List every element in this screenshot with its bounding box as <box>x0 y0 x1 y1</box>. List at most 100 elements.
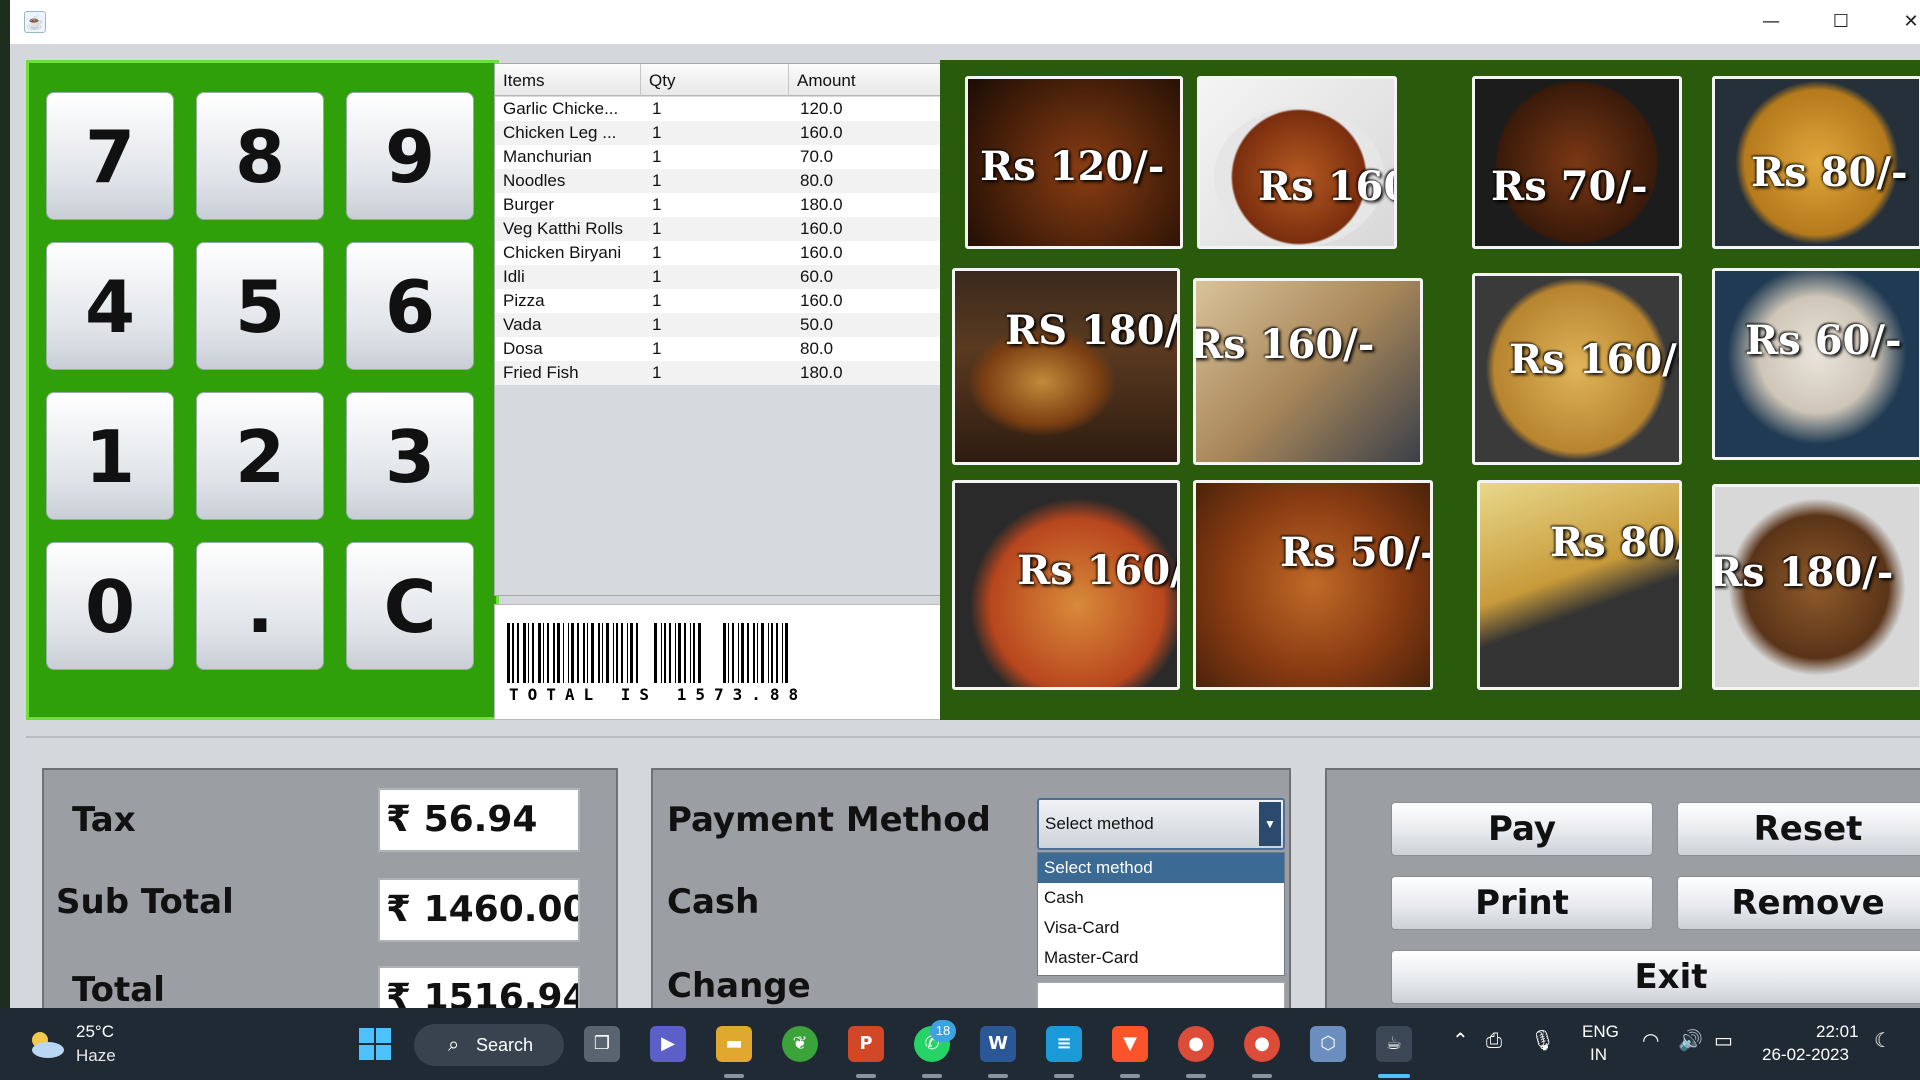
amount-cell: 80.0 <box>800 171 834 190</box>
barcode-bar <box>553 623 555 683</box>
key-6[interactable]: 6 <box>346 242 474 370</box>
chevron-up-icon[interactable]: ⌃ <box>1452 1028 1469 1052</box>
chevron-down-icon[interactable]: ▼ <box>1259 802 1281 846</box>
table-row[interactable]: Manchurian 1 70.0 <box>495 145 946 169</box>
barcode-bar <box>747 623 749 683</box>
microphone-icon[interactable]: 🎙 <box>1530 1028 1555 1052</box>
clock-date[interactable]: 26-02-2023 <box>1762 1045 1849 1065</box>
volume-icon[interactable]: 🔊 <box>1678 1028 1703 1052</box>
table-row[interactable]: Burger 1 180.0 <box>495 193 946 217</box>
region-indicator[interactable]: IN <box>1590 1045 1607 1065</box>
close-button[interactable]: ✕ <box>1876 0 1920 44</box>
qty-cell: 1 <box>652 147 662 166</box>
food-tile-fried-fish[interactable]: Rs 180/- <box>1712 484 1920 690</box>
taskbar-search[interactable]: ⌕ Search <box>414 1024 564 1066</box>
chrome-profile-icon[interactable]: ● <box>1244 1026 1280 1062</box>
barcode-bar <box>532 623 534 683</box>
running-indicator <box>988 1074 1008 1078</box>
item-cell: Garlic Chicke... <box>503 99 619 118</box>
order-table[interactable]: Items Qty Amount Garlic Chicke... 1 120.0 C… <box>494 63 947 596</box>
wifi-icon[interactable]: ◠ <box>1642 1028 1659 1052</box>
total-field[interactable]: ₹ 1516.94 <box>378 966 580 1008</box>
column-qty[interactable]: Qty <box>641 64 789 95</box>
key-clear[interactable]: C <box>346 542 474 670</box>
taskbar: 25°C Haze ⌕ Search ❐ ▶ ▬ ❦ P ✆ 18 W ≡ ▼ … <box>0 1008 1920 1080</box>
change-field[interactable] <box>1037 982 1285 1008</box>
barcode-bar <box>684 623 686 683</box>
payment-method-select[interactable]: Select method ▼ <box>1037 798 1285 850</box>
key-4[interactable]: 4 <box>46 242 174 370</box>
key-8[interactable]: 8 <box>196 92 324 220</box>
food-tile-pizza[interactable]: Rs 160/ <box>952 480 1180 690</box>
chrome-icon[interactable]: ● <box>1178 1026 1214 1062</box>
printer-icon[interactable]: ⎙ <box>1486 1028 1502 1052</box>
spring-tools-icon[interactable]: ❦ <box>782 1026 818 1062</box>
start-windows-icon[interactable] <box>357 1026 393 1062</box>
food-tile-burger[interactable]: RS 180/- <box>952 268 1180 465</box>
language-indicator[interactable]: ENG <box>1582 1022 1619 1042</box>
table-row[interactable]: Veg Katthi Rolls 1 160.0 <box>495 217 946 241</box>
key-decimal[interactable]: . <box>196 542 324 670</box>
barcode-bar <box>690 623 691 683</box>
column-amount[interactable]: Amount <box>789 64 946 95</box>
barcode-bar <box>563 623 564 683</box>
notepad-icon[interactable]: ≡ <box>1046 1026 1082 1062</box>
option-select-method[interactable]: Select method <box>1038 853 1284 883</box>
weather-widget[interactable]: 25°C Haze <box>26 1022 146 1068</box>
task-view-icon[interactable]: ❐ <box>584 1026 620 1062</box>
key-2[interactable]: 2 <box>196 392 324 520</box>
table-row[interactable]: Fried Fish 1 180.0 <box>495 361 946 385</box>
food-tile-manchurian[interactable]: Rs 70/- <box>1472 76 1682 249</box>
option-master-card[interactable]: Master-Card <box>1038 943 1284 973</box>
minimize-button[interactable]: — <box>1736 0 1806 44</box>
table-row[interactable]: Vada 1 50.0 <box>495 313 946 337</box>
key-0[interactable]: 0 <box>46 542 174 670</box>
barcode-bar <box>757 623 758 683</box>
pay-button[interactable]: Pay <box>1391 802 1653 856</box>
powerpoint-icon[interactable]: P <box>848 1026 884 1062</box>
table-row[interactable]: Pizza 1 160.0 <box>495 289 946 313</box>
notifications-icon[interactable]: ☾ <box>1874 1028 1892 1052</box>
column-items[interactable]: Items <box>495 64 641 95</box>
option-visa-card[interactable]: Visa-Card <box>1038 913 1284 943</box>
key-3[interactable]: 3 <box>346 392 474 520</box>
word-icon[interactable]: W <box>980 1026 1016 1062</box>
java-icon[interactable]: ☕ <box>1376 1026 1412 1062</box>
food-tile-noodles[interactable]: Rs 80/- <box>1712 76 1920 249</box>
item-cell: Pizza <box>503 291 545 310</box>
option-cash[interactable]: Cash <box>1038 883 1284 913</box>
food-tile-idli[interactable]: Rs 60/- <box>1712 268 1920 460</box>
key-9[interactable]: 9 <box>346 92 474 220</box>
food-tile-chicken-biryani[interactable]: Rs 160/- <box>1472 273 1682 465</box>
qty-cell: 1 <box>652 171 662 190</box>
key-1[interactable]: 1 <box>46 392 174 520</box>
table-row[interactable]: Idli 1 60.0 <box>495 265 946 289</box>
tax-field[interactable]: ₹ 56.94 <box>378 788 580 852</box>
battery-icon[interactable]: ▭ <box>1714 1028 1733 1052</box>
table-row[interactable]: Chicken Biryani 1 160.0 <box>495 241 946 265</box>
brave-browser-icon[interactable]: ▼ <box>1112 1026 1148 1062</box>
print-button[interactable]: Print <box>1391 876 1653 930</box>
amount-cell: 160.0 <box>800 219 843 238</box>
food-tile-dosa[interactable]: Rs 80/ <box>1477 480 1682 690</box>
maximize-button[interactable]: ☐ <box>1806 0 1876 44</box>
table-row[interactable]: Garlic Chicke... 1 120.0 <box>495 97 946 121</box>
file-explorer-icon[interactable]: ▬ <box>716 1026 752 1062</box>
table-row[interactable]: Chicken Leg ... 1 160.0 <box>495 121 946 145</box>
food-tile-veg-katthi-rolls[interactable]: Rs 160/- <box>1193 278 1423 465</box>
amount-cell: 120.0 <box>800 99 843 118</box>
subtotal-field[interactable]: ₹ 1460.00 <box>378 878 580 942</box>
virtualbox-icon[interactable]: ⬡ <box>1310 1026 1346 1062</box>
clock-time[interactable]: 22:01 <box>1816 1022 1859 1042</box>
food-tile-chicken-leg[interactable]: Rs 160/- <box>1197 76 1397 249</box>
food-tile-garlic-chicken[interactable]: Rs 120/- <box>965 76 1183 249</box>
reset-button[interactable]: Reset <box>1677 802 1920 856</box>
key-5[interactable]: 5 <box>196 242 324 370</box>
table-row[interactable]: Noodles 1 80.0 <box>495 169 946 193</box>
table-row[interactable]: Dosa 1 80.0 <box>495 337 946 361</box>
key-7[interactable]: 7 <box>46 92 174 220</box>
exit-button[interactable]: Exit <box>1391 950 1920 1004</box>
remove-button[interactable]: Remove <box>1677 876 1920 930</box>
food-tile-vada[interactable]: Rs 50/- <box>1193 480 1433 690</box>
teams-chat-icon[interactable]: ▶ <box>650 1026 686 1062</box>
